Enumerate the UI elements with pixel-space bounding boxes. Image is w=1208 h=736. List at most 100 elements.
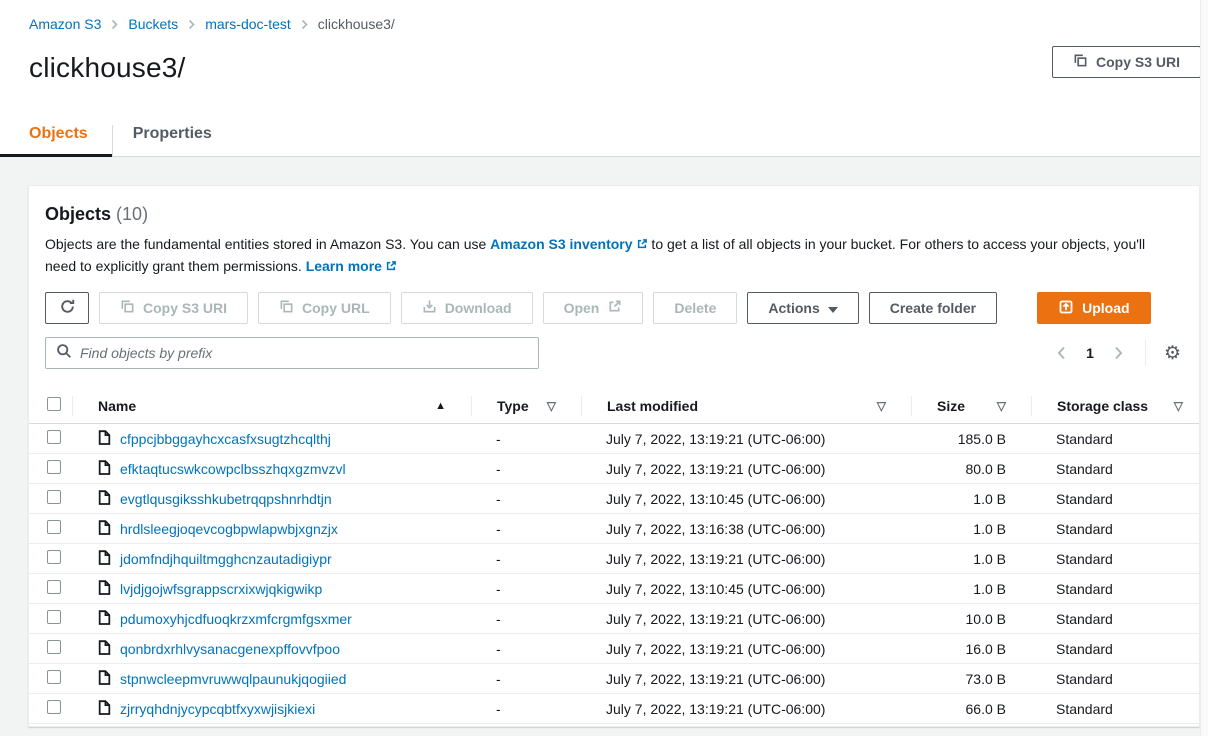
- column-header-type[interactable]: Type ▽: [471, 396, 581, 416]
- object-type-cell: -: [471, 641, 581, 657]
- column-header-storage-class[interactable]: Storage class ▽: [1031, 396, 1199, 416]
- row-checkbox[interactable]: [47, 640, 61, 654]
- select-all-cell: [29, 397, 72, 414]
- object-name-cell: stpnwcleepmvruwwqlpaunukjqogiied: [72, 670, 471, 688]
- object-storage-class-cell: Standard: [1031, 611, 1199, 627]
- object-name-link[interactable]: cfppcjbbggayhcxcasfxsugtzhcqlthj: [120, 431, 331, 447]
- tab-properties-label: Properties: [133, 125, 212, 142]
- search-input[interactable]: [80, 345, 528, 361]
- tab-properties[interactable]: Properties: [112, 125, 232, 157]
- caret-down-icon: [828, 300, 838, 316]
- object-name-link[interactable]: stpnwcleepmvruwwqlpaunukjqogiied: [120, 671, 346, 687]
- table-row: qonbrdxrhlvysanacgenexpffovvfpoo - July …: [29, 634, 1199, 664]
- sort-icon: ▽: [997, 399, 1006, 413]
- table-row: evgtlqusgiksshkubetrqqpshnrhdtjn - July …: [29, 484, 1199, 514]
- learn-more-link[interactable]: Learn more: [306, 258, 397, 274]
- object-name-cell: evgtlqusgiksshkubetrqqpshnrhdtjn: [72, 490, 471, 508]
- copy-icon: [279, 299, 294, 317]
- row-select-cell: [29, 490, 72, 507]
- row-checkbox[interactable]: [47, 430, 61, 444]
- page-header: Amazon S3 Buckets mars-doc-test clickhou…: [0, 0, 1208, 157]
- scrollbar[interactable]: [1200, 0, 1208, 736]
- current-page-button[interactable]: 1: [1078, 345, 1102, 361]
- previous-page-button[interactable]: [1051, 342, 1072, 364]
- row-checkbox[interactable]: [47, 580, 61, 594]
- learn-more-label: Learn more: [306, 258, 382, 274]
- table-header-row: Name ▲ Type ▽ Last modified ▽ Size ▽ Sto…: [29, 388, 1199, 424]
- settings-gear-button[interactable]: ⚙: [1162, 344, 1183, 363]
- column-header-last-modified[interactable]: Last modified ▽: [581, 396, 911, 416]
- row-checkbox[interactable]: [47, 610, 61, 624]
- copy-s3-uri-label: Copy S3 URI: [143, 300, 227, 316]
- open-button[interactable]: Open: [543, 292, 644, 324]
- object-storage-class-cell: Standard: [1031, 491, 1199, 507]
- delete-button[interactable]: Delete: [653, 292, 737, 324]
- create-folder-button[interactable]: Create folder: [869, 292, 997, 324]
- page-title: clickhouse3/: [29, 52, 185, 84]
- row-checkbox[interactable]: [47, 700, 61, 714]
- row-checkbox[interactable]: [47, 490, 61, 504]
- table-row: jdomfndjhquiltmgghcnzautadigiypr - July …: [29, 544, 1199, 574]
- row-checkbox[interactable]: [47, 670, 61, 684]
- breadcrumb-link-amazon-s3[interactable]: Amazon S3: [29, 16, 101, 32]
- inventory-link[interactable]: Amazon S3 inventory: [490, 236, 647, 252]
- object-type-cell: -: [471, 671, 581, 687]
- panel-description: Objects are the fundamental entities sto…: [45, 234, 1180, 278]
- actions-dropdown-button[interactable]: Actions: [747, 292, 858, 324]
- copy-icon: [1073, 53, 1088, 71]
- object-name-link[interactable]: qonbrdxrhlvysanacgenexpffovvfpoo: [120, 641, 340, 657]
- controls-divider: [1145, 340, 1146, 366]
- objects-panel: Objects (10) Objects are the fundamental…: [28, 185, 1200, 727]
- column-label-name: Name: [98, 398, 136, 414]
- object-name-link[interactable]: jdomfndjhquiltmgghcnzautadigiypr: [120, 551, 332, 567]
- download-button[interactable]: Download: [401, 292, 533, 324]
- table-row: efktaqtucswkcowpclbsszhqxgzmvzvl - July …: [29, 454, 1199, 484]
- breadcrumb-current: clickhouse3/: [318, 16, 395, 32]
- row-checkbox[interactable]: [47, 520, 61, 534]
- object-name-link[interactable]: zjrryqhdnjycypcqbtfxyxwjisjkiexi: [120, 701, 315, 717]
- column-label-last-modified: Last modified: [607, 398, 698, 414]
- object-name-link[interactable]: hrdlsleegjoqevcogbpwlapwbjxgnzjx: [120, 521, 338, 537]
- sort-icon: ▽: [547, 399, 556, 413]
- create-folder-label: Create folder: [890, 300, 976, 316]
- object-type-cell: -: [471, 521, 581, 537]
- file-icon: [98, 640, 111, 658]
- object-name-link[interactable]: pdumoxyhjcdfuoqkrzxmfcrgmfgsxmer: [120, 611, 352, 627]
- file-icon: [98, 610, 111, 628]
- external-link-icon: [636, 235, 648, 256]
- table-row: hrdlsleegjoqevcogbpwlapwbjxgnzjx - July …: [29, 514, 1199, 544]
- row-checkbox[interactable]: [47, 460, 61, 474]
- column-header-size[interactable]: Size ▽: [911, 396, 1031, 416]
- table-row: lvjdjgojwfsgrappscrxixwjqkigwikp - July …: [29, 574, 1199, 604]
- object-last-modified-cell: July 7, 2022, 13:19:21 (UTC-06:00): [581, 461, 911, 477]
- breadcrumb-link-bucket[interactable]: mars-doc-test: [205, 16, 291, 32]
- gear-icon: ⚙: [1164, 343, 1181, 364]
- object-size-cell: 1.0 B: [911, 521, 1031, 537]
- object-last-modified-cell: July 7, 2022, 13:19:21 (UTC-06:00): [581, 641, 911, 657]
- object-storage-class-cell: Standard: [1031, 521, 1199, 537]
- object-size-cell: 1.0 B: [911, 551, 1031, 567]
- refresh-button[interactable]: [45, 292, 89, 324]
- copy-s3-uri-header-button[interactable]: Copy S3 URI: [1052, 46, 1201, 78]
- object-name-link[interactable]: evgtlqusgiksshkubetrqqpshnrhdtjn: [120, 491, 332, 507]
- column-header-name[interactable]: Name ▲: [72, 396, 471, 416]
- external-link-icon: [385, 257, 397, 278]
- file-icon: [98, 430, 111, 448]
- copy-s3-uri-button[interactable]: Copy S3 URI: [99, 292, 248, 324]
- object-name-link[interactable]: efktaqtucswkcowpclbsszhqxgzmvzvl: [120, 461, 346, 477]
- breadcrumb-link-buckets[interactable]: Buckets: [128, 16, 178, 32]
- next-page-button[interactable]: [1108, 342, 1129, 364]
- upload-icon: [1058, 299, 1074, 318]
- tab-objects[interactable]: Objects: [0, 125, 112, 157]
- object-name-cell: qonbrdxrhlvysanacgenexpffovvfpoo: [72, 640, 471, 658]
- download-icon: [422, 299, 437, 317]
- object-name-link[interactable]: lvjdjgojwfsgrappscrxixwjqkigwikp: [120, 581, 322, 597]
- copy-url-button[interactable]: Copy URL: [258, 292, 391, 324]
- column-label-type: Type: [497, 398, 529, 414]
- object-name-cell: zjrryqhdnjycypcqbtfxyxwjisjkiexi: [72, 700, 471, 718]
- select-all-checkbox[interactable]: [47, 397, 61, 411]
- object-size-cell: 73.0 B: [911, 671, 1031, 687]
- row-checkbox[interactable]: [47, 550, 61, 564]
- object-size-cell: 66.0 B: [911, 701, 1031, 717]
- upload-button[interactable]: Upload: [1037, 292, 1150, 324]
